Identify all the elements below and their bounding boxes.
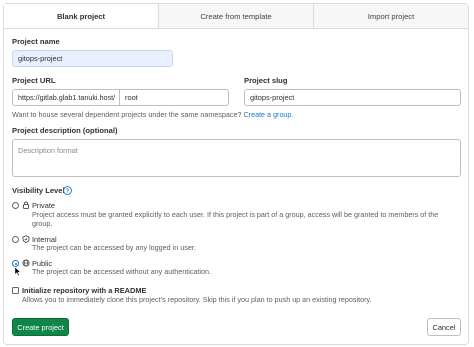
readme-checkbox[interactable] — [12, 287, 19, 294]
visibility-private-label: Private — [32, 201, 56, 210]
readme-label: Initialize repository with a README — [22, 286, 147, 295]
visibility-private-desc: Project access must be granted explicitl… — [32, 210, 439, 219]
visibility-internal-radio[interactable] — [12, 236, 19, 243]
visibility-label: Visibility Level — [12, 186, 65, 195]
tab-blank-project[interactable]: Blank project — [4, 4, 159, 28]
visibility-internal-desc: The project can be accessed by any logge… — [32, 243, 196, 252]
namespace-help-text: Want to house several dependent projects… — [12, 110, 242, 119]
mouse-pointer-icon — [14, 266, 22, 277]
create-group-link[interactable]: Create a group. — [243, 110, 293, 119]
tab-import-project[interactable]: Import project — [314, 4, 468, 28]
project-url-label: Project URL — [12, 76, 56, 85]
project-type-tabs: Blank project Create from template Impor… — [4, 4, 468, 29]
visibility-private-desc-cont: group. — [32, 219, 53, 228]
project-slug-label: Project slug — [244, 76, 288, 85]
project-url-prefix: https://gitlab.glab1.tanuki.host/ — [12, 89, 120, 106]
description-label: Project description (optional) — [12, 126, 118, 135]
cancel-button[interactable]: Cancel — [427, 318, 461, 336]
shield-icon — [22, 235, 30, 243]
create-project-button[interactable]: Create project — [12, 318, 69, 336]
visibility-public-desc: The project can be accessed without any … — [32, 267, 211, 276]
namespace-help: Want to house several dependent projects… — [12, 110, 293, 119]
project-name-input[interactable]: gitops-project — [12, 50, 173, 67]
help-icon[interactable]: ? — [63, 186, 72, 195]
project-slug-input[interactable]: gitops-project — [244, 89, 461, 106]
namespace-select[interactable]: root — [119, 89, 229, 106]
svg-text:?: ? — [66, 188, 70, 194]
readme-desc: Allows you to immediately clone this pro… — [22, 295, 372, 304]
project-name-label: Project name — [12, 37, 60, 46]
visibility-private-radio[interactable] — [12, 202, 19, 209]
description-textarea[interactable]: Description format — [12, 139, 461, 177]
lock-icon — [23, 201, 29, 209]
tab-create-from-template[interactable]: Create from template — [159, 4, 314, 28]
earth-icon — [22, 259, 30, 267]
